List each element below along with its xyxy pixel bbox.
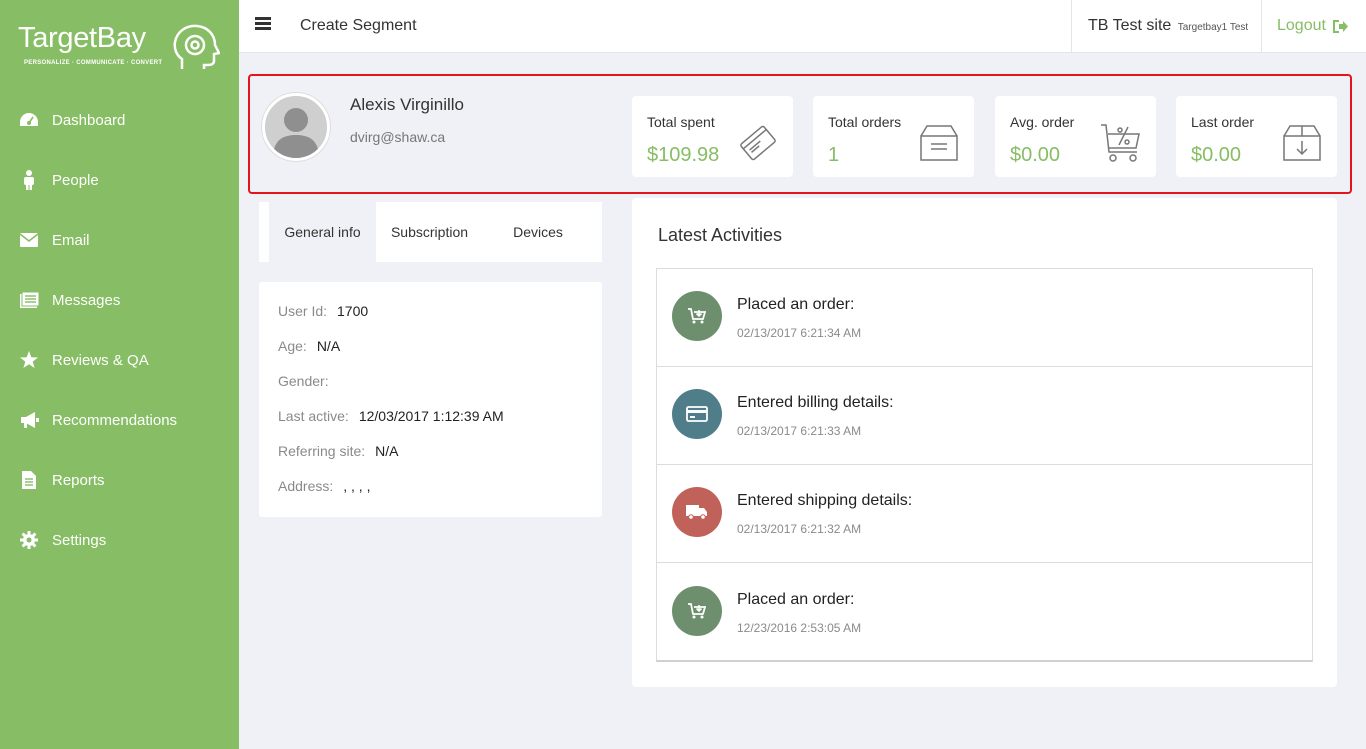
activities-title: Latest Activities <box>658 225 783 245</box>
sidebar-item-label: People <box>52 171 99 189</box>
dashboard-icon <box>19 110 39 130</box>
brand-tagline: PERSONALIZE · COMMUNICATE · CONVERT <box>24 60 163 66</box>
activity-text: Placed an order: <box>737 591 855 608</box>
activity-time: 12/23/2016 2:53:05 AM <box>737 621 862 635</box>
sidebar-item-label: Reports <box>52 471 105 489</box>
profile-name: Alexis Virginillo <box>350 95 465 114</box>
activity-text: Entered billing details: <box>737 394 894 411</box>
sidebar: TargetBay PERSONALIZE · COMMUNICATE · CO… <box>0 0 239 749</box>
general-info-panel: User Id: 1700 Age: N/A Gender: Last active… <box>259 282 602 517</box>
info-key: Age: <box>278 338 307 354</box>
info-row-gender: Gender: <box>278 373 339 389</box>
document-icon <box>19 470 39 490</box>
logout-icon <box>1332 19 1348 33</box>
activity-text: Placed an order: <box>737 296 855 313</box>
stat-label: Avg. order <box>1010 114 1075 130</box>
site-subtitle: Targetbay1 Test <box>1177 22 1249 33</box>
tab-general-info[interactable]: General info <box>269 202 376 262</box>
sidebar-item-people[interactable]: People <box>0 150 239 210</box>
sidebar-item-reviews[interactable]: Reviews & QA <box>0 330 239 390</box>
hamburger-menu-icon[interactable] <box>255 17 271 31</box>
stat-value: 1 <box>828 144 840 166</box>
brand-logo[interactable]: TargetBay PERSONALIZE · COMMUNICATE · CO… <box>18 22 228 76</box>
tab-devices[interactable]: Devices <box>483 202 593 262</box>
info-value: N/A <box>375 443 399 459</box>
messages-icon <box>19 290 39 310</box>
user-silhouette-icon <box>273 108 319 158</box>
sidebar-item-label: Messages <box>52 291 121 309</box>
stat-value: $0.00 <box>1191 144 1242 166</box>
activity-item: Entered billing details: 02/13/2017 6:21… <box>657 367 1312 465</box>
activity-item: Placed an order: 02/13/2017 6:21:34 AM <box>657 269 1312 367</box>
info-key: Referring site: <box>278 443 366 459</box>
info-row-age: Age: N/A <box>278 338 340 354</box>
stat-card-total-orders: Total orders 1 <box>813 96 974 177</box>
info-row-last-active: Last active: 12/03/2017 1:12:39 AM <box>278 408 504 424</box>
info-value: N/A <box>316 338 341 354</box>
top-bar: Create Segment TB Test site Targetbay1 T… <box>239 0 1366 53</box>
activity-item: Entered shipping details: 02/13/2017 6:2… <box>657 465 1312 563</box>
sidebar-item-recommendations[interactable]: Recommendations <box>0 390 239 450</box>
site-name: TB Test site <box>1088 17 1172 34</box>
info-row-referring-site: Referring site: N/A <box>278 443 399 459</box>
page-title: Create Segment <box>300 17 417 34</box>
sidebar-item-settings[interactable]: Settings <box>0 510 239 570</box>
info-value: 12/03/2017 1:12:39 AM <box>358 408 504 424</box>
star-icon <box>19 350 39 370</box>
activity-time: 02/13/2017 6:21:32 AM <box>737 522 862 536</box>
sidebar-item-label: Dashboard <box>52 111 126 129</box>
info-value: 1700 <box>337 303 369 319</box>
cart-percent-icon <box>1101 124 1140 162</box>
head-target-icon <box>173 24 220 69</box>
stat-value: $109.98 <box>647 144 720 166</box>
activity-text: Entered shipping details: <box>737 492 913 509</box>
activity-time: 02/13/2017 6:21:33 AM <box>737 424 862 438</box>
brand-name: TargetBay <box>18 22 146 54</box>
stat-label: Total orders <box>828 114 902 130</box>
person-icon <box>19 170 39 190</box>
sidebar-item-label: Settings <box>52 531 107 549</box>
stat-card-total-spent: Total spent $109.98 <box>632 96 793 177</box>
info-value: , , , , <box>343 478 371 494</box>
tab-subscription[interactable]: Subscription <box>376 202 483 262</box>
sidebar-item-label: Recommendations <box>52 411 178 429</box>
sidebar-item-messages[interactable]: Messages <box>0 270 239 330</box>
sidebar-item-dashboard[interactable]: Dashboard <box>0 90 239 150</box>
info-key: Address: <box>278 478 334 494</box>
gear-icon <box>19 530 39 550</box>
stat-card-avg-order: Avg. order $0.00 <box>995 96 1156 177</box>
info-key: Gender: <box>278 373 329 389</box>
info-row-address: Address: , , , , <box>278 478 370 494</box>
profile-tabs: General info Subscription Devices <box>259 182 602 262</box>
avatar <box>262 93 330 161</box>
box-download-icon <box>1283 125 1321 161</box>
info-row-user-id: User Id: 1700 <box>278 303 368 319</box>
cart-icon <box>672 586 722 636</box>
credit-card-icon <box>740 125 776 161</box>
envelope-icon <box>19 230 39 250</box>
info-key: User Id: <box>278 303 328 319</box>
logout-button[interactable]: Logout <box>1277 17 1348 35</box>
sidebar-item-label: Email <box>52 231 90 249</box>
activity-item: Placed an order: 12/23/2016 2:53:05 AM <box>657 564 1312 662</box>
card-icon <box>672 389 722 439</box>
box-icon <box>920 125 958 161</box>
site-selector[interactable]: TB Test site Targetbay1 Test <box>1071 0 1262 53</box>
cart-icon <box>672 291 722 341</box>
megaphone-icon <box>19 410 39 430</box>
stat-value: $0.00 <box>1010 144 1061 166</box>
logout-label: Logout <box>1277 17 1326 34</box>
sidebar-item-email[interactable]: Email <box>0 210 239 270</box>
info-key: Last active: <box>278 408 349 424</box>
profile-email: dvirg@shaw.ca <box>350 129 446 145</box>
activities-list: Placed an order: 02/13/2017 6:21:34 AM E… <box>656 268 1313 662</box>
latest-activities-panel: Latest Activities Placed an order: 02/13… <box>632 198 1337 687</box>
truck-icon <box>672 487 722 537</box>
stat-card-last-order: Last order $0.00 <box>1176 96 1337 177</box>
stat-label: Total spent <box>647 114 715 130</box>
sidebar-item-reports[interactable]: Reports <box>0 450 239 510</box>
activity-time: 02/13/2017 6:21:34 AM <box>737 326 862 340</box>
stat-label: Last order <box>1191 114 1255 130</box>
sidebar-item-label: Reviews & QA <box>52 351 149 369</box>
